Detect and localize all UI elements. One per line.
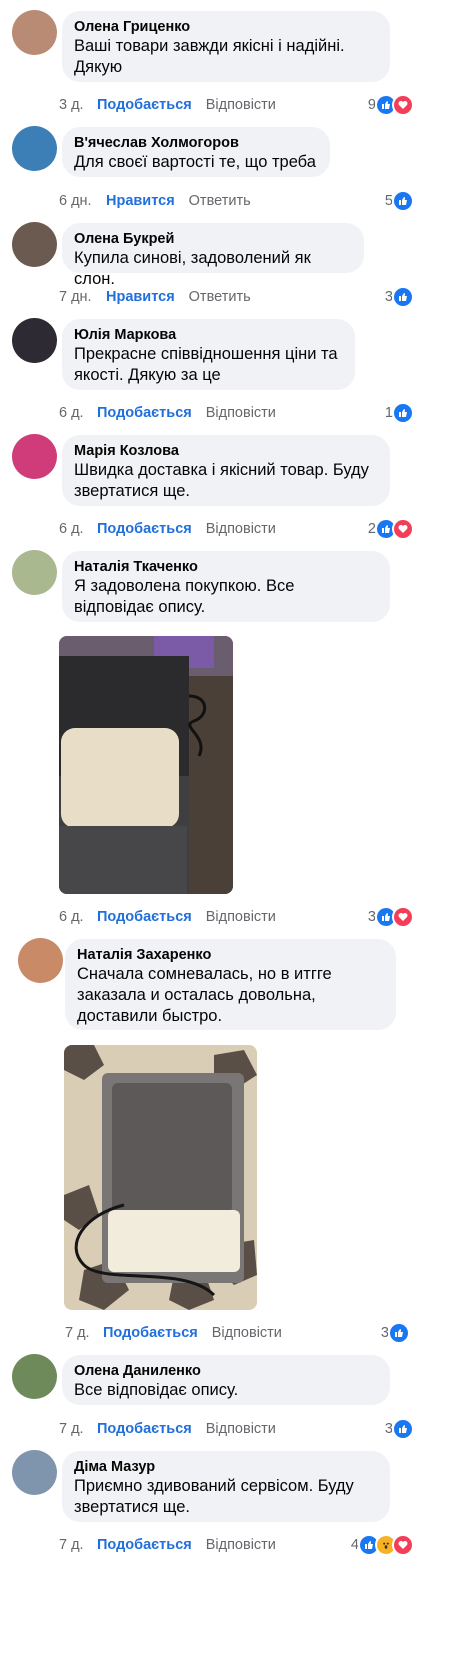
- comment-actions: 7 д. Подобається Відповісти: [59, 1534, 276, 1556]
- comment-bubble: Олена Даниленко Все відповідає опису.: [62, 1355, 390, 1405]
- comment-text: Для своєї вартості те, що треба: [74, 153, 316, 171]
- comment-photo[interactable]: [59, 636, 233, 894]
- like-icon: [392, 286, 414, 308]
- comment-time[interactable]: 6 дн.: [59, 193, 106, 209]
- comment-actions: 6 дн. Нравится Ответить: [59, 190, 251, 212]
- comment-bubble: Юлія Маркова Прекрасне співвідношення ці…: [62, 319, 355, 390]
- comment-time[interactable]: 6 д.: [59, 909, 97, 925]
- reaction-summary[interactable]: 3: [385, 1418, 414, 1440]
- avatar[interactable]: [12, 1354, 57, 1399]
- comment-time[interactable]: 3 д.: [59, 97, 97, 113]
- comment-time[interactable]: 6 д.: [59, 521, 97, 537]
- comment-actions: 6 д. Подобається Відповісти: [59, 518, 276, 540]
- avatar[interactable]: [12, 10, 57, 55]
- like-button[interactable]: Подобається: [97, 405, 192, 421]
- reply-button[interactable]: Відповісти: [206, 405, 276, 421]
- comment-text: Швидка доставка і якісний товар. Буду зв…: [74, 461, 369, 500]
- comment-text: Ваші товари завжди якісні і надійні. Дяк…: [74, 37, 345, 76]
- comment-author[interactable]: Олена Букрей: [74, 230, 352, 248]
- comment-bubble: Діма Мазур Приємно здивований сервісом. …: [62, 1451, 390, 1522]
- avatar[interactable]: [12, 126, 57, 171]
- reply-button[interactable]: Ответить: [189, 289, 251, 305]
- comment-bubble: В'ячеслав Холмогоров Для своєї вартості …: [62, 127, 330, 177]
- comment-time[interactable]: 7 дн.: [59, 289, 106, 305]
- comment-actions: 6 д. Подобається Відповісти: [59, 906, 276, 928]
- reply-button[interactable]: Ответить: [189, 193, 251, 209]
- comment-author[interactable]: Юлія Маркова: [74, 326, 343, 344]
- avatar[interactable]: [12, 550, 57, 595]
- comment-actions: 6 д. Подобається Відповісти: [59, 402, 276, 424]
- reaction-summary[interactable]: 1: [385, 402, 414, 424]
- avatar[interactable]: [12, 434, 57, 479]
- comment-text: Я задоволена покупкою. Все відповідає оп…: [74, 577, 295, 616]
- like-button[interactable]: Нравится: [106, 193, 175, 209]
- comment-actions: 7 дн. Нравится Ответить: [59, 286, 251, 308]
- comment-author[interactable]: Марія Козлова: [74, 442, 378, 460]
- comment-bubble: Олена Букрей Купила синові, задоволений …: [62, 223, 364, 288]
- reaction-summary[interactable]: 3: [385, 286, 414, 308]
- reaction-summary[interactable]: 9: [368, 94, 414, 116]
- comment-text: Приємно здивований сервісом. Буду зверта…: [74, 1477, 354, 1516]
- heart-icon: [392, 1534, 414, 1556]
- like-button[interactable]: Подобається: [103, 1325, 198, 1341]
- avatar[interactable]: [12, 1450, 57, 1495]
- comment-bubble: Наталія Захаренко Сначала сомневалась, н…: [65, 939, 396, 1030]
- reaction-summary[interactable]: 2: [368, 518, 414, 540]
- comment-author[interactable]: Олена Даниленко: [74, 1362, 378, 1380]
- comment-text: Сначала сомневалась, но в итгге заказала…: [77, 965, 332, 1025]
- comment-text: Прекрасне співвідношення ціни та якості.…: [74, 345, 338, 384]
- like-button[interactable]: Подобається: [97, 521, 192, 537]
- comment-time[interactable]: 7 д.: [59, 1421, 97, 1437]
- reaction-summary[interactable]: 4: [351, 1534, 414, 1556]
- comment-bubble: Марія Козлова Швидка доставка і якісний …: [62, 435, 390, 506]
- like-icon: [392, 190, 414, 212]
- like-icon: [392, 402, 414, 424]
- comment-bubble: Наталія Ткаченко Я задоволена покупкою. …: [62, 551, 390, 622]
- heart-icon: [392, 906, 414, 928]
- comment-author[interactable]: Наталія Захаренко: [77, 946, 384, 964]
- avatar[interactable]: [18, 938, 63, 983]
- reply-button[interactable]: Відповісти: [212, 1325, 282, 1341]
- reply-button[interactable]: Відповісти: [206, 97, 276, 113]
- comment-actions: 7 д. Подобається Відповісти: [59, 1418, 276, 1440]
- avatar[interactable]: [12, 318, 57, 363]
- like-button[interactable]: Подобається: [97, 1537, 192, 1553]
- comment-actions: 3 д. Подобається Відповісти: [59, 94, 276, 116]
- comment-author[interactable]: Наталія Ткаченко: [74, 558, 378, 576]
- heart-icon: [392, 94, 414, 116]
- comment-text: Купила синові, задоволений як слон.: [74, 249, 316, 288]
- comment-bubble: Олена Гриценко Ваші товари завжди якісні…: [62, 11, 390, 82]
- comment-time[interactable]: 6 д.: [59, 405, 97, 421]
- like-button[interactable]: Подобається: [97, 97, 192, 113]
- comment-author[interactable]: В'ячеслав Холмогоров: [74, 134, 318, 152]
- reply-button[interactable]: Відповісти: [206, 909, 276, 925]
- avatar[interactable]: [12, 222, 57, 267]
- comment-actions: 7 д. Подобається Відповісти: [65, 1322, 282, 1344]
- comment-author[interactable]: Олена Гриценко: [74, 18, 378, 36]
- like-icon: [392, 1418, 414, 1440]
- comment-time[interactable]: 7 д.: [65, 1325, 103, 1341]
- like-button[interactable]: Подобається: [97, 909, 192, 925]
- reply-button[interactable]: Відповісти: [206, 521, 276, 537]
- like-icon: [388, 1322, 410, 1344]
- like-button[interactable]: Подобається: [97, 1421, 192, 1437]
- comment-photo[interactable]: [64, 1045, 257, 1310]
- comment-text: Все відповідає опису.: [74, 1381, 239, 1399]
- comment-time[interactable]: 7 д.: [59, 1537, 97, 1553]
- reaction-summary[interactable]: 3: [368, 906, 414, 928]
- heart-icon: [392, 518, 414, 540]
- reaction-summary[interactable]: 3: [381, 1322, 410, 1344]
- reply-button[interactable]: Відповісти: [206, 1421, 276, 1437]
- like-button[interactable]: Нравится: [106, 289, 175, 305]
- reaction-summary[interactable]: 5: [385, 190, 414, 212]
- reply-button[interactable]: Відповісти: [206, 1537, 276, 1553]
- comment-author[interactable]: Діма Мазур: [74, 1458, 378, 1476]
